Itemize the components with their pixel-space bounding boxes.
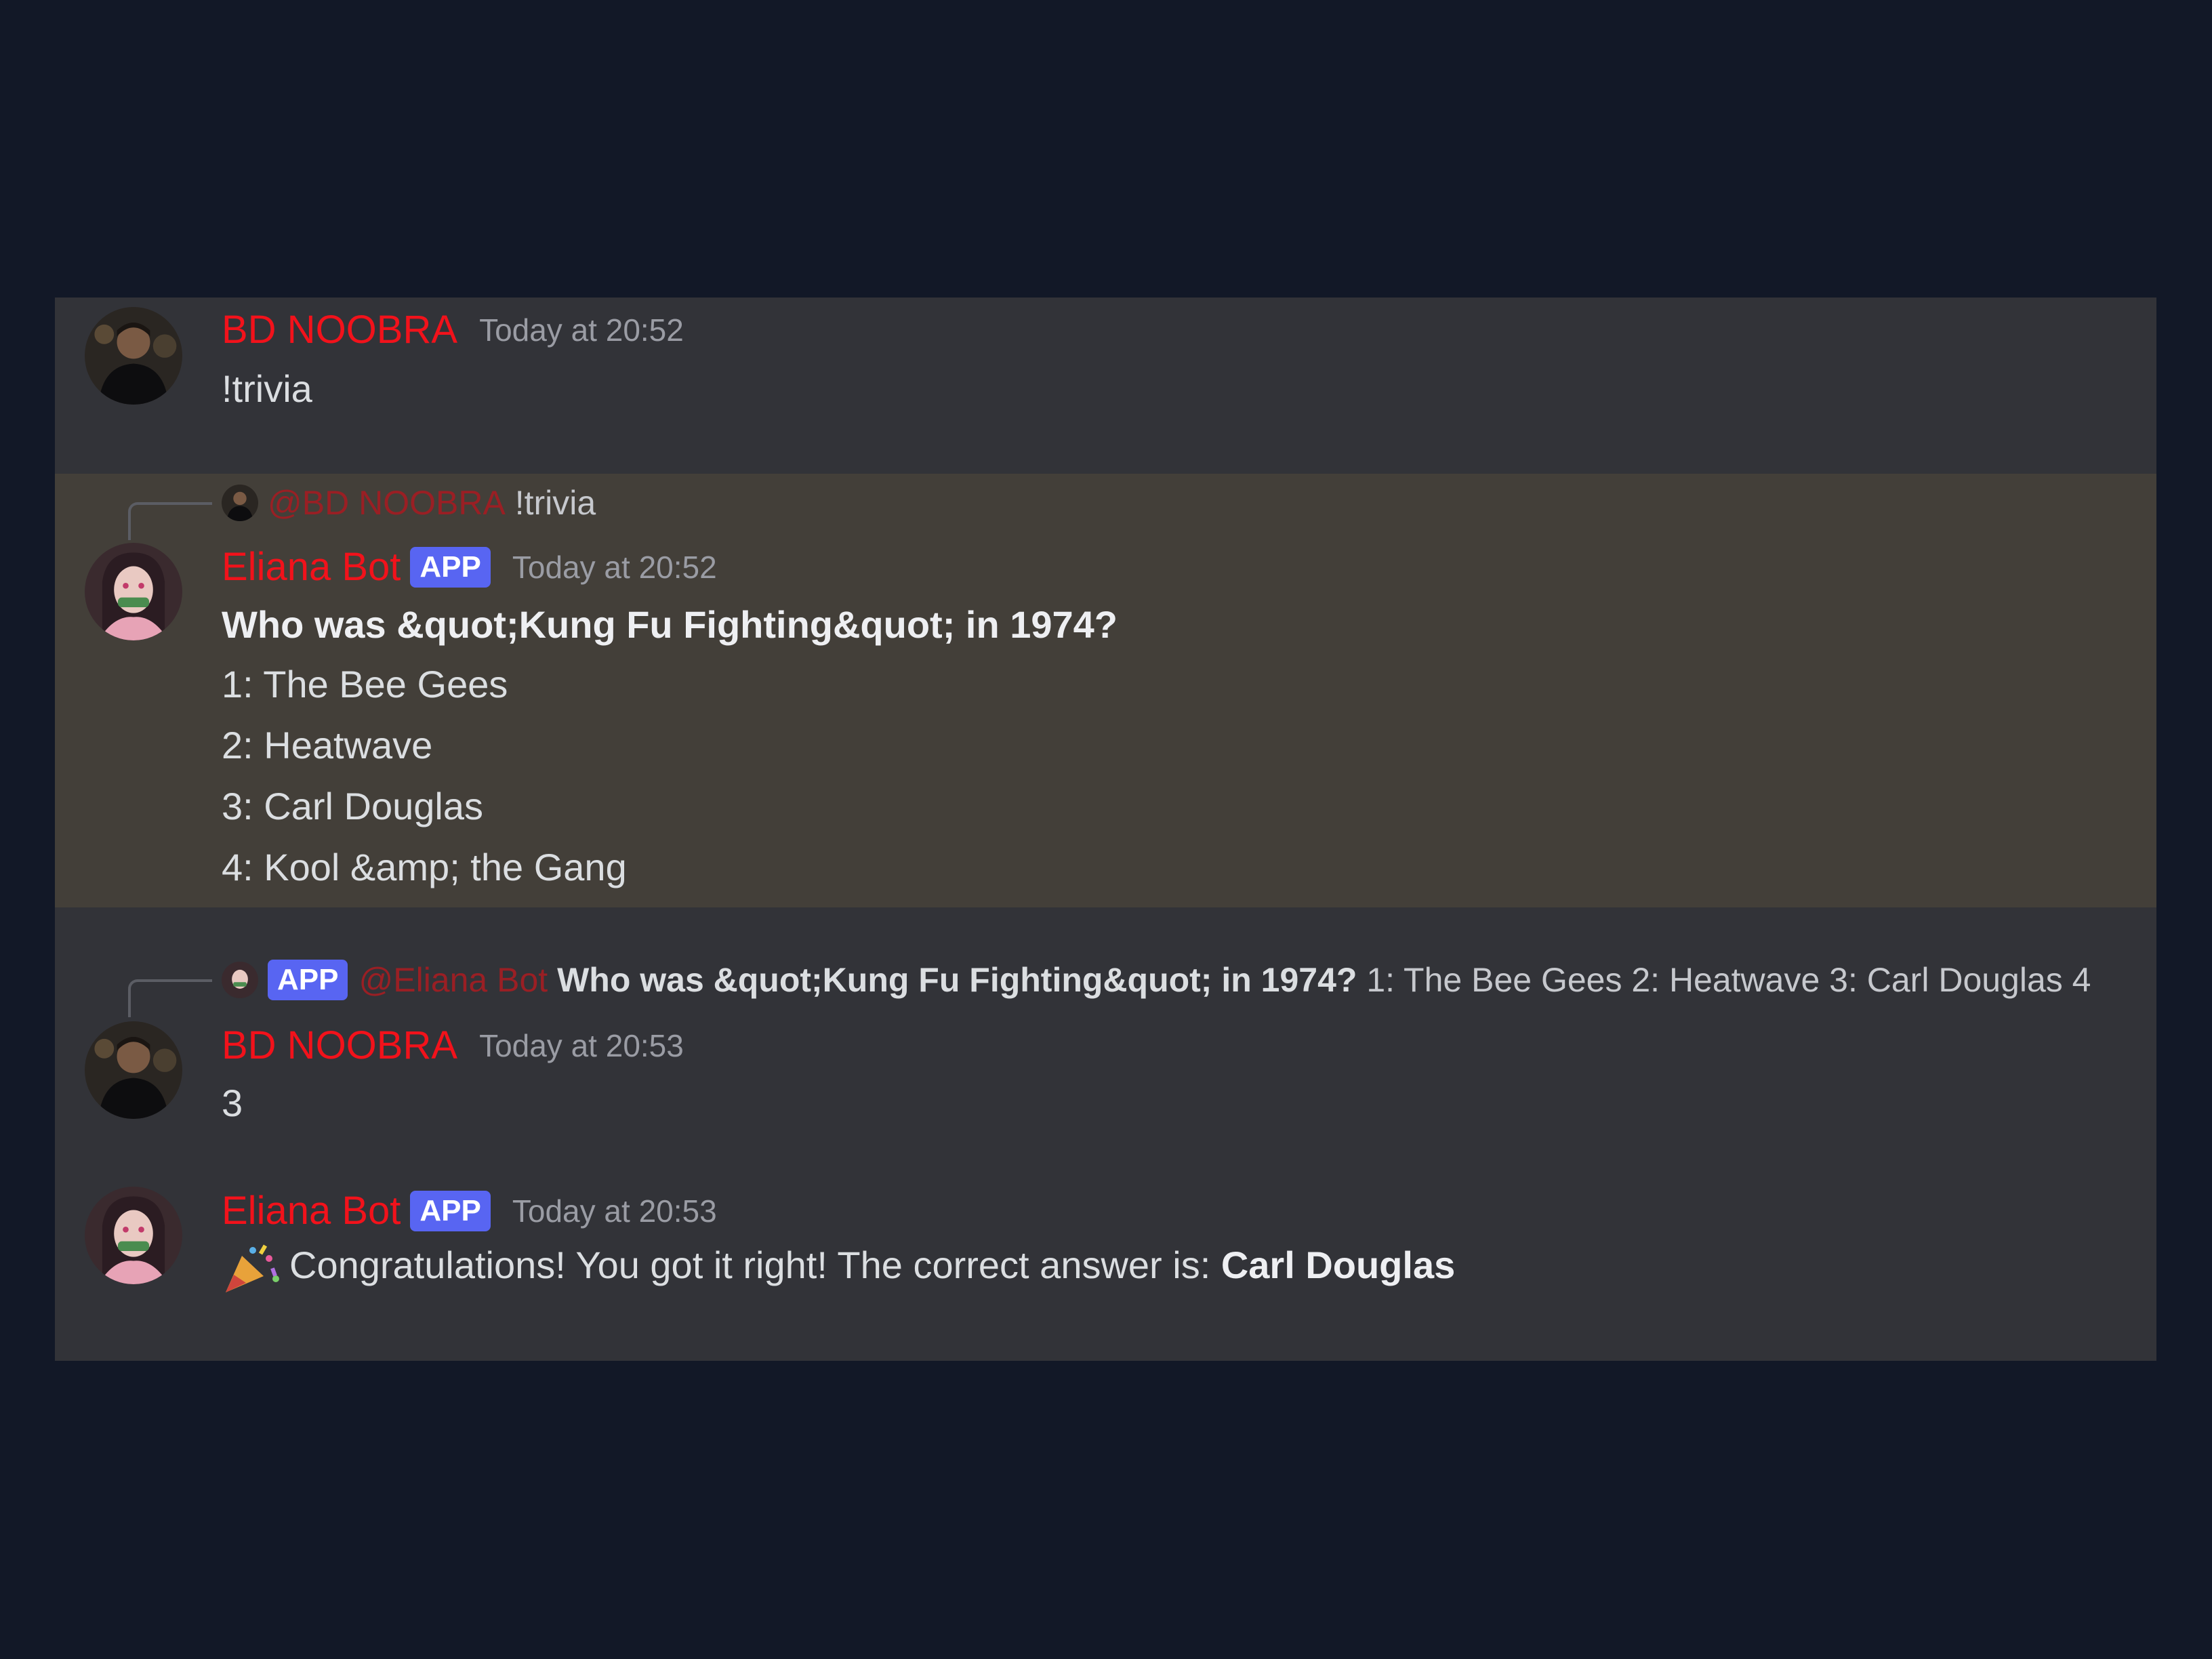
username[interactable]: Eliana Bot <box>222 1189 401 1233</box>
reply-mention[interactable]: @BD NOOBRA <box>268 484 506 522</box>
bot-avatar[interactable] <box>85 1187 182 1284</box>
app-badge: APP <box>410 1190 491 1231</box>
party-popper-icon <box>222 1241 283 1295</box>
reply-app-badge: APP <box>268 959 348 1000</box>
timestamp: Today at 20:52 <box>479 312 684 348</box>
timestamp: Today at 20:52 <box>512 549 717 585</box>
reply-preview[interactable]: @BD NOOBRA !trivia <box>222 480 596 523</box>
correct-answer: Carl Douglas <box>1221 1243 1456 1286</box>
app-badge: APP <box>410 546 491 588</box>
message-1: BD NOOBRA Today at 20:52 !trivia <box>55 298 2156 474</box>
reply-avatar <box>222 484 258 521</box>
user-avatar[interactable] <box>85 1021 182 1119</box>
option-4: 4: Kool &amp; the Gang <box>222 846 627 888</box>
option-1: 1: The Bee Gees <box>222 663 508 705</box>
reply-preview[interactable]: APP @Eliana Bot Who was &quot;Kung Fu Fig… <box>222 958 2091 1000</box>
reply-mention[interactable]: @Eliana Bot <box>359 961 548 999</box>
message-3: APP @Eliana Bot Who was &quot;Kung Fu Fig… <box>55 907 2156 1165</box>
reply-connector <box>128 979 212 1017</box>
timestamp: Today at 20:53 <box>512 1193 717 1229</box>
username[interactable]: Eliana Bot <box>222 545 401 589</box>
user-avatar[interactable] <box>85 307 182 405</box>
reply-text: !trivia <box>514 483 596 522</box>
username[interactable]: BD NOOBRA <box>222 1023 457 1067</box>
username[interactable]: BD NOOBRA <box>222 308 457 352</box>
message-content: Congratulations! You got it right! The c… <box>222 1241 1455 1295</box>
timestamp: Today at 20:53 <box>479 1027 684 1063</box>
question-text: Who was &quot;Kung Fu Fighting&quot; in … <box>222 603 1118 646</box>
trivia-question: Who was &quot;Kung Fu Fighting&quot; in … <box>222 602 1118 647</box>
reply-avatar <box>222 961 258 998</box>
reply-bold-text: Who was &quot;Kung Fu Fighting&quot; in … <box>557 960 1357 999</box>
message-2: @BD NOOBRA !trivia Eliana Bot APP Today at… <box>55 474 2156 907</box>
option-3: 3: Carl Douglas <box>222 785 483 827</box>
reply-connector <box>128 502 212 540</box>
bot-avatar[interactable] <box>85 543 182 640</box>
message-content: 3 <box>222 1082 243 1124</box>
congrats-text: Congratulations! You got it right! The c… <box>289 1243 1221 1286</box>
option-2: 2: Heatwave <box>222 724 433 766</box>
message-content: !trivia <box>222 367 312 410</box>
reply-text: 1: The Bee Gees 2: Heatwave 3: Carl Doug… <box>1366 960 2091 999</box>
message-4: Eliana Bot APP Today at 20:53 Congratulati… <box>55 1165 2156 1361</box>
chat-panel: BD NOOBRA Today at 20:52 !trivia @BD NOOB… <box>55 298 2156 1361</box>
